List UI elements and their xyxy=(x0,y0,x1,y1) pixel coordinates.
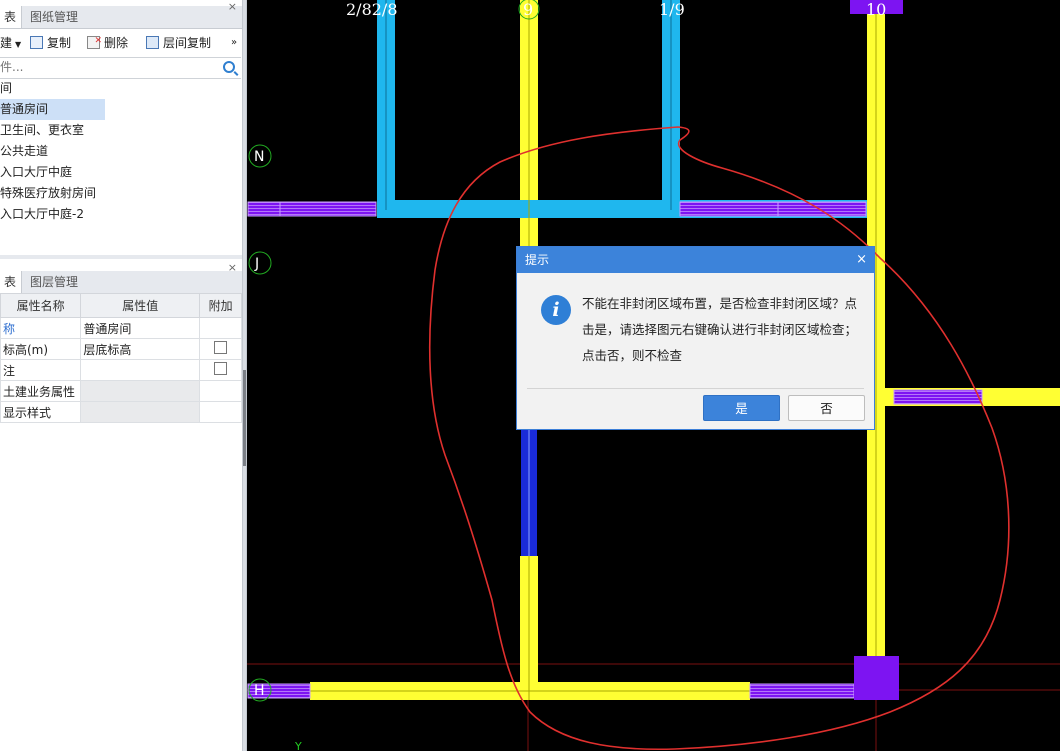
tree-item-selected[interactable]: 普通房间 xyxy=(0,99,242,120)
axis-label-top: 10 xyxy=(866,0,886,19)
copy-icon xyxy=(30,36,43,49)
tree-item-label: 入口大厅中庭 xyxy=(0,165,73,179)
no-button[interactable]: 否 xyxy=(788,395,865,421)
header-property-name: 属性名称 xyxy=(0,293,82,318)
tree-item[interactable]: 卫生间、更衣室 xyxy=(0,120,242,141)
axis-label-left: H xyxy=(254,683,265,699)
layer-copy-button[interactable]: 层间复制 xyxy=(146,32,211,54)
dialog-titlebar: 提示 × xyxy=(517,247,874,273)
table-row[interactable]: 称 普通房间 xyxy=(0,317,242,339)
tree-item-group[interactable]: 间 xyxy=(0,78,242,99)
delete-icon xyxy=(87,30,102,52)
tree-item-label: 公共走道 xyxy=(0,144,49,158)
property-table: 属性名称 属性值 附加 称 普通房间 标高(m) 层底标高 注 土建业务属性 显… xyxy=(0,293,242,423)
tab-layer-management[interactable]: 图层管理 xyxy=(26,271,82,293)
tab-drawing-management[interactable]: 图纸管理 xyxy=(26,6,82,28)
dropdown-arrow-icon: ▼ xyxy=(15,40,22,49)
tab-component-list[interactable]: 表 xyxy=(0,6,22,28)
axis-label-left: J xyxy=(254,256,259,272)
tree-item[interactable]: 入口大厅中庭 xyxy=(0,162,242,183)
tree-item[interactable]: 入口大厅中庭-2 xyxy=(0,204,242,225)
component-tree: 间 普通房间 卫生间、更衣室 公共走道 入口大厅中庭 特殊医疗放射房间 入口大厅… xyxy=(0,78,242,225)
property-value[interactable]: 层底标高 xyxy=(80,338,201,360)
tree-item[interactable]: 特殊医疗放射房间 xyxy=(0,183,242,204)
property-name: 显示样式 xyxy=(0,401,82,423)
new-label: 建 xyxy=(0,36,13,50)
property-value[interactable] xyxy=(80,359,201,381)
property-name: 称 xyxy=(0,317,82,339)
toolbar: 建▼ 复制 删除 层间复制 » xyxy=(0,30,242,54)
splitter-grip[interactable] xyxy=(243,370,246,466)
yes-button[interactable]: 是 xyxy=(703,395,780,421)
property-name: 土建业务属性 xyxy=(0,380,82,402)
table-row[interactable]: 标高(m) 层底标高 xyxy=(0,338,242,360)
prompt-dialog: 提示 × i 不能在非封闭区域布置，是否检查非封闭区域？点击是，请选择图元右键确… xyxy=(516,246,875,430)
tree-item[interactable]: 公共走道 xyxy=(0,141,242,162)
panel-separator[interactable] xyxy=(0,255,242,259)
table-row[interactable]: 注 xyxy=(0,359,242,381)
attach-checkbox[interactable] xyxy=(214,341,228,354)
new-button[interactable]: 建 ▼ xyxy=(0,32,21,54)
tree-item-label: 间 xyxy=(0,81,13,95)
y-axis-marker: Y xyxy=(294,740,302,751)
tree-item-label: 入口大厅中庭-2 xyxy=(0,207,84,221)
axis-label-top: 2/82/8 xyxy=(346,0,398,19)
attach-cell xyxy=(199,401,242,423)
tree-item-label: 普通房间 xyxy=(0,99,106,120)
tab-property-list[interactable]: 表 xyxy=(0,271,22,293)
close-icon[interactable]: × xyxy=(856,247,867,273)
info-icon: i xyxy=(541,295,571,325)
more-tools-icon[interactable]: » xyxy=(231,32,237,54)
axis-label-top: 9 xyxy=(523,0,533,19)
attach-cell xyxy=(199,317,242,339)
copy-label: 复制 xyxy=(47,36,72,50)
tree-item-label: 特殊医疗放射房间 xyxy=(0,186,97,200)
attach-cell xyxy=(199,338,242,360)
left-panel: 表 图纸管理 × 建▼ 复制 删除 层间复制 » 间 普通房间 卫生间、更衣室 … xyxy=(0,0,242,751)
delete-button[interactable]: 删除 xyxy=(87,30,129,54)
search-box xyxy=(0,57,241,79)
dialog-title: 提示 xyxy=(525,253,550,267)
property-value xyxy=(80,380,201,402)
attach-cell xyxy=(199,380,242,402)
delete-label: 删除 xyxy=(104,36,129,50)
dialog-message: 不能在非封闭区域布置，是否检查非封闭区域？点击是，请选择图元右键确认进行非封闭区… xyxy=(582,296,858,363)
search-icon[interactable] xyxy=(223,61,235,73)
property-header-row: 属性名称 属性值 附加 xyxy=(0,293,242,318)
top-tabbar: 表 图纸管理 xyxy=(0,6,242,29)
layer-copy-icon xyxy=(146,36,159,49)
bottom-tabbar: 表 图层管理 xyxy=(0,271,242,294)
top-panel-close-icon[interactable]: × xyxy=(228,0,237,14)
attach-cell xyxy=(199,359,242,381)
property-value xyxy=(80,401,201,423)
table-row[interactable]: 显示样式 xyxy=(0,401,242,423)
header-attach: 附加 xyxy=(199,293,242,318)
table-row[interactable]: 土建业务属性 xyxy=(0,380,242,402)
axis-label-top: 1/9 xyxy=(659,0,685,19)
dialog-divider xyxy=(527,388,864,389)
layer-copy-label: 层间复制 xyxy=(163,36,212,50)
copy-button[interactable]: 复制 xyxy=(30,32,71,54)
property-name: 注 xyxy=(0,359,82,381)
property-name: 标高(m) xyxy=(0,338,82,360)
header-property-value: 属性值 xyxy=(80,293,201,318)
property-value[interactable]: 普通房间 xyxy=(80,317,201,339)
attach-checkbox[interactable] xyxy=(214,362,228,375)
search-input[interactable] xyxy=(0,58,210,76)
tree-item-label: 卫生间、更衣室 xyxy=(0,123,85,137)
axis-label-left: N xyxy=(254,149,264,165)
